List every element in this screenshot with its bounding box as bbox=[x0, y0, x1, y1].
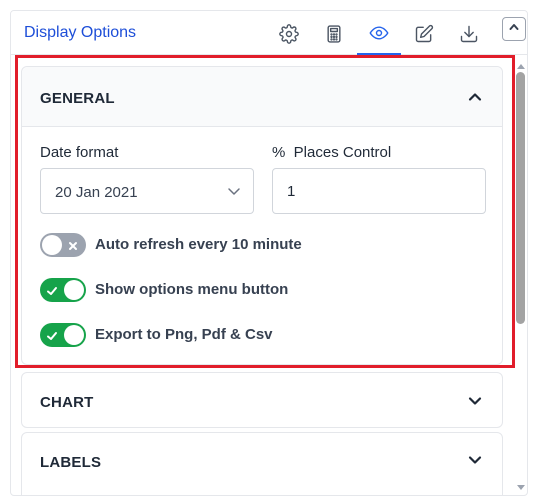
scroll-up-arrow[interactable] bbox=[517, 64, 525, 69]
date-format-select[interactable]: 20 Jan 2021 bbox=[40, 168, 254, 214]
toggle-knob bbox=[64, 280, 84, 300]
date-format-label: Date format bbox=[40, 144, 119, 161]
export-label: Export to Png, Pdf & Csv bbox=[95, 326, 273, 343]
general-section-header[interactable]: GENERAL bbox=[22, 67, 502, 127]
date-format-value: 20 Jan 2021 bbox=[55, 184, 138, 201]
chart-section-title: CHART bbox=[40, 394, 94, 411]
general-section: GENERAL Date format % Places Control 20 … bbox=[21, 66, 503, 365]
calculator-icon bbox=[324, 24, 344, 49]
general-section-title: GENERAL bbox=[40, 90, 115, 107]
display-tab[interactable] bbox=[357, 17, 401, 55]
gear-icon bbox=[279, 23, 299, 49]
labels-section-header[interactable]: LABELS bbox=[22, 433, 502, 493]
calculator-tab[interactable] bbox=[312, 17, 356, 55]
chart-section-header[interactable]: CHART bbox=[22, 373, 502, 429]
settings-tab[interactable] bbox=[267, 17, 311, 55]
auto-refresh-label: Auto refresh every 10 minute bbox=[95, 236, 302, 253]
display-options-panel: Display Options GENERAL Date format % Pl… bbox=[10, 10, 528, 496]
collapse-panel-button[interactable] bbox=[502, 17, 526, 41]
chevron-up-icon bbox=[508, 20, 520, 38]
download-tab[interactable] bbox=[447, 17, 491, 55]
panel-title: Display Options bbox=[24, 24, 137, 41]
chart-section: CHART bbox=[21, 372, 503, 428]
chevron-up-icon bbox=[466, 88, 484, 106]
edit-tab[interactable] bbox=[402, 17, 446, 55]
export-toggle[interactable] bbox=[40, 323, 86, 347]
download-icon bbox=[459, 24, 479, 49]
chevron-down-icon bbox=[227, 184, 241, 198]
places-control-label: % Places Control bbox=[272, 144, 392, 161]
toggle-knob bbox=[64, 325, 84, 345]
show-options-menu-label: Show options menu button bbox=[95, 281, 289, 298]
show-options-menu-toggle[interactable] bbox=[40, 278, 86, 302]
scroll-down-arrow[interactable] bbox=[517, 485, 525, 490]
labels-section: LABELS bbox=[21, 432, 503, 495]
x-icon bbox=[67, 239, 79, 251]
auto-refresh-toggle[interactable] bbox=[40, 233, 86, 257]
eye-icon bbox=[369, 23, 389, 48]
toggle-knob bbox=[42, 235, 62, 255]
labels-section-title: LABELS bbox=[40, 454, 102, 471]
vertical-scrollbar[interactable] bbox=[514, 58, 527, 495]
panel-header: Display Options bbox=[11, 11, 527, 55]
edit-icon bbox=[414, 24, 434, 49]
check-icon bbox=[46, 329, 58, 341]
panel-content: GENERAL Date format % Places Control 20 … bbox=[11, 56, 527, 495]
check-icon bbox=[46, 284, 58, 296]
chevron-down-icon bbox=[466, 392, 484, 410]
chevron-down-icon bbox=[466, 451, 484, 469]
scrollbar-thumb[interactable] bbox=[516, 72, 525, 324]
places-control-input[interactable] bbox=[272, 168, 486, 214]
